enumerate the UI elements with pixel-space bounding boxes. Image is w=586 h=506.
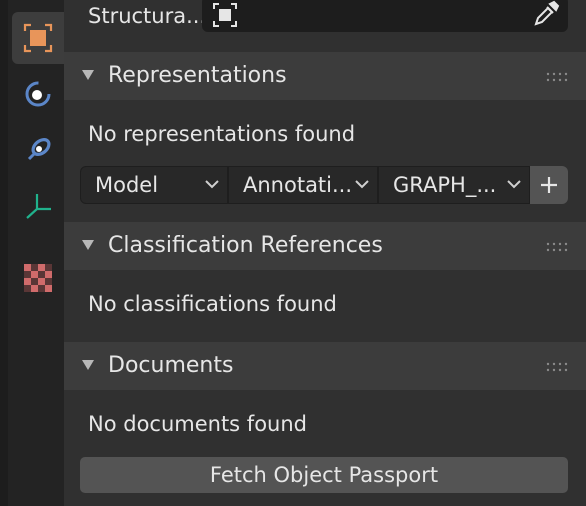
representations-title: Representations bbox=[108, 63, 287, 88]
tab-constraints[interactable] bbox=[12, 124, 64, 176]
documents-header[interactable]: Documents bbox=[64, 342, 586, 390]
classification-body: No classifications found bbox=[64, 270, 586, 340]
plus-icon bbox=[541, 177, 557, 193]
structural-object-field[interactable] bbox=[202, 0, 568, 32]
chevron-down-icon bbox=[205, 180, 219, 189]
tab-data[interactable] bbox=[12, 180, 64, 232]
subcontext-dropdown[interactable]: Annotati... bbox=[228, 166, 378, 204]
structural-row: Structura... bbox=[64, 0, 586, 44]
collapse-triangle-icon bbox=[82, 360, 94, 370]
tab-object[interactable] bbox=[12, 12, 64, 64]
axes-data-icon bbox=[26, 194, 51, 219]
left-edge-strip bbox=[0, 0, 8, 506]
tab-physics[interactable] bbox=[12, 68, 64, 120]
classification-title: Classification References bbox=[108, 233, 383, 258]
object-square-icon bbox=[23, 23, 53, 53]
collapse-triangle-icon bbox=[82, 240, 94, 250]
classification-header[interactable]: Classification References bbox=[64, 222, 586, 270]
chevron-down-icon bbox=[355, 180, 369, 189]
representations-header[interactable]: Representations bbox=[64, 52, 586, 100]
physics-orbit-icon bbox=[25, 81, 51, 107]
drag-grip-icon[interactable] bbox=[546, 72, 568, 82]
collapse-triangle-icon bbox=[82, 70, 94, 80]
documents-title: Documents bbox=[108, 353, 234, 378]
fetch-object-passport-button[interactable]: Fetch Object Passport bbox=[80, 457, 568, 493]
object-field-icon bbox=[213, 3, 237, 27]
context-dropdown-value: Model bbox=[95, 173, 159, 197]
context-dropdown[interactable]: Model bbox=[80, 166, 228, 204]
add-representation-button[interactable] bbox=[530, 166, 568, 204]
properties-tab-bar bbox=[8, 0, 64, 506]
drag-grip-icon[interactable] bbox=[546, 242, 568, 252]
target-view-dropdown-value: GRAPH_... bbox=[393, 173, 497, 197]
tab-material[interactable] bbox=[12, 252, 64, 304]
eyedropper-icon[interactable] bbox=[532, 0, 560, 28]
no-documents-message: No documents found bbox=[88, 412, 307, 436]
properties-panel: Structura... Representations No represen… bbox=[64, 0, 586, 506]
chevron-down-icon bbox=[507, 180, 521, 189]
checker-material-icon bbox=[24, 264, 52, 292]
constraint-link-icon bbox=[27, 138, 51, 161]
representation-dropdown-row: Model Annotati... GRAPH_... bbox=[80, 166, 568, 204]
subcontext-dropdown-value: Annotati... bbox=[243, 173, 353, 197]
structural-label: Structura... bbox=[88, 4, 207, 28]
drag-grip-icon[interactable] bbox=[546, 362, 568, 372]
target-view-dropdown[interactable]: GRAPH_... bbox=[378, 166, 530, 204]
no-classifications-message: No classifications found bbox=[88, 292, 337, 316]
no-representations-message: No representations found bbox=[88, 122, 356, 146]
